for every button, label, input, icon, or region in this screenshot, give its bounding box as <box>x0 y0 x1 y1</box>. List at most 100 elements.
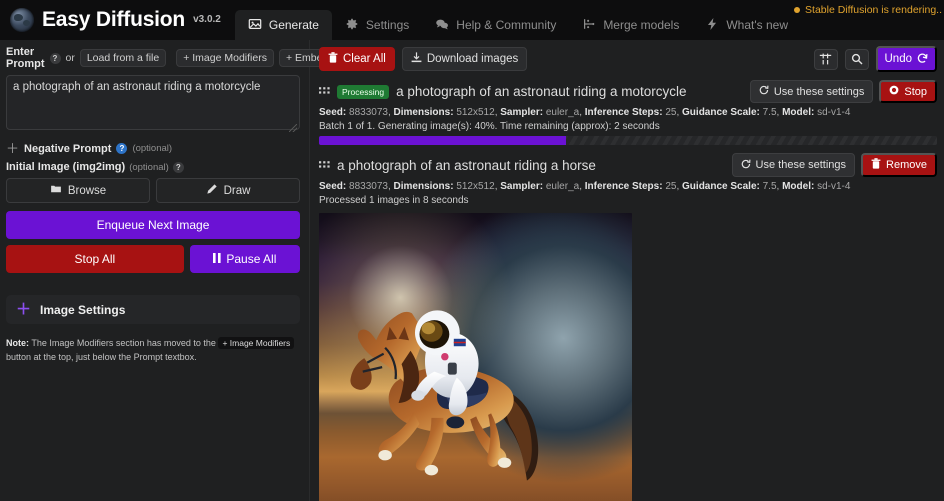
undo-button[interactable]: Undo <box>875 46 937 72</box>
brand: Easy Diffusion v3.0.2 <box>0 8 235 40</box>
expand-plus-icon[interactable]: ＋ <box>6 142 19 155</box>
initial-image-row: Initial Image (img2img) (optional) ? <box>6 161 300 173</box>
negative-prompt-row[interactable]: ＋ Negative Prompt ? (optional) <box>6 142 300 155</box>
sampler-value: euler_a <box>545 181 580 192</box>
load-from-file-button[interactable]: Load from a file <box>79 49 167 67</box>
result-image-container[interactable] <box>319 213 937 501</box>
dimensions-label: Dimensions: <box>393 107 454 118</box>
use-these-settings-label: Use these settings <box>755 159 847 171</box>
search-icon[interactable] <box>844 48 869 70</box>
task-header: a photograph of an astronaut riding a ho… <box>319 153 937 177</box>
task-status-line: Batch 1 of 1. Generating image(s): 40%. … <box>319 121 660 132</box>
help-icon[interactable]: ? <box>172 161 184 173</box>
stop-task-label: Stop <box>904 85 927 98</box>
expand-plus-icon[interactable]: ＋ <box>16 302 31 317</box>
draw-button[interactable]: Draw <box>156 178 300 203</box>
negative-prompt-optional: (optional) <box>132 143 173 154</box>
model-value: sd-v1-4 <box>817 107 851 118</box>
drag-handle-icon[interactable] <box>319 160 330 171</box>
model-value: sd-v1-4 <box>817 181 851 192</box>
tab-whats-new[interactable]: What's new <box>692 10 801 40</box>
render-status: Stable Diffusion is rendering.. <box>794 4 942 16</box>
pause-all-label: Pause All <box>226 252 277 266</box>
status-badge: Processing <box>337 84 390 99</box>
stop-all-button[interactable]: Stop All <box>6 245 184 273</box>
dimensions-value: 512x512 <box>456 107 495 118</box>
right-panel: Clear All Download images Undo Processin… <box>310 40 944 501</box>
draw-label: Draw <box>223 184 251 197</box>
steps-value: 25 <box>665 107 677 118</box>
dimensions-value: 512x512 <box>456 181 495 192</box>
guidance-value: 7.5 <box>762 107 777 118</box>
seed-value: 8833073 <box>349 181 388 192</box>
tab-whatsnew-label: What's new <box>726 18 788 32</box>
seed-label: Seed: <box>319 181 347 192</box>
task-row: a photograph of an astronaut riding a ho… <box>319 153 944 501</box>
steps-label: Inference Steps: <box>584 181 663 192</box>
app-version: v3.0.2 <box>193 13 221 25</box>
trash-icon <box>328 52 338 66</box>
task-header: Processing a photograph of an astronaut … <box>319 80 937 103</box>
clear-all-button[interactable]: Clear All <box>319 47 395 71</box>
task-title: a photograph of an astronaut riding a ho… <box>337 157 596 173</box>
clear-all-label: Clear All <box>343 53 386 65</box>
note-prefix: Note: <box>6 338 29 348</box>
use-these-settings-label: Use these settings <box>773 85 865 98</box>
drag-handle-icon[interactable] <box>319 86 330 97</box>
initial-image-label: Initial Image (img2img) <box>6 161 126 173</box>
note-text-1: The Image Modifiers section has moved to… <box>31 338 216 348</box>
sampler-value: euler_a <box>545 107 580 118</box>
tab-help-community[interactable]: Help & Community <box>422 10 569 40</box>
or-text: or <box>65 52 75 64</box>
enqueue-next-image-button[interactable]: Enqueue Next Image <box>6 211 300 239</box>
prompt-label: Enter Prompt <box>6 46 45 70</box>
app-logo-icon <box>10 8 34 32</box>
task-meta: Seed: 8833073, Dimensions: 512x512, Samp… <box>319 107 851 118</box>
folder-icon <box>50 183 62 198</box>
browse-button[interactable]: Browse <box>6 178 150 203</box>
tab-settings[interactable]: Settings <box>332 10 422 40</box>
steps-label: Inference Steps: <box>584 107 663 118</box>
image-settings-section[interactable]: ＋ Image Settings <box>6 295 300 324</box>
prompt-textarea-wrap <box>6 75 300 135</box>
refresh-icon <box>759 85 769 98</box>
bolt-icon <box>705 17 719 34</box>
pause-all-button[interactable]: Pause All <box>189 245 300 273</box>
use-these-settings-button[interactable]: Use these settings <box>731 153 856 177</box>
use-these-settings-button[interactable]: Use these settings <box>749 80 874 103</box>
help-icon[interactable]: ? <box>116 143 128 154</box>
tab-generate-label: Generate <box>268 18 319 32</box>
chat-icon <box>435 17 449 34</box>
status-dot-icon <box>794 7 801 13</box>
task-actions: Use these settings Remove <box>731 153 937 177</box>
download-icon <box>411 52 422 66</box>
tab-generate[interactable]: Generate <box>234 10 332 40</box>
image-modifiers-button[interactable]: + Image Modifiers <box>176 49 274 67</box>
undo-label: Undo <box>884 53 913 65</box>
prompt-input[interactable] <box>6 75 300 130</box>
prompt-header: Enter Prompt ? or Load from a file + Ima… <box>6 46 356 70</box>
progress-bar-fill <box>319 136 567 145</box>
task-row: Processing a photograph of an astronaut … <box>319 80 944 145</box>
tab-merge-models[interactable]: Merge models <box>569 10 692 40</box>
help-icon[interactable]: ? <box>49 52 61 64</box>
download-images-button[interactable]: Download images <box>401 47 528 71</box>
left-panel: Enter Prompt ? or Load from a file + Ima… <box>0 40 356 501</box>
sampler-label: Sampler: <box>500 107 544 118</box>
pencil-icon <box>206 183 218 198</box>
seed-label: Seed: <box>319 107 347 118</box>
stop-pause-row: Stop All Pause All <box>6 245 300 273</box>
generated-image[interactable] <box>319 213 632 501</box>
initial-image-buttons: Browse Draw <box>6 178 300 203</box>
stop-circle-icon <box>889 85 899 98</box>
body: Enter Prompt ? or Load from a file + Ima… <box>0 40 944 501</box>
task-title: a photograph of an astronaut riding a mo… <box>396 84 687 99</box>
render-status-label: Stable Diffusion is rendering.. <box>805 4 942 16</box>
pause-icon <box>213 252 221 266</box>
initial-image-optional: (optional) <box>129 161 169 173</box>
stop-task-button[interactable]: Stop <box>879 80 937 103</box>
trash-icon <box>871 158 881 172</box>
remove-task-button[interactable]: Remove <box>861 153 937 177</box>
gear-icon <box>345 17 359 34</box>
sliders-icon[interactable] <box>813 48 838 70</box>
